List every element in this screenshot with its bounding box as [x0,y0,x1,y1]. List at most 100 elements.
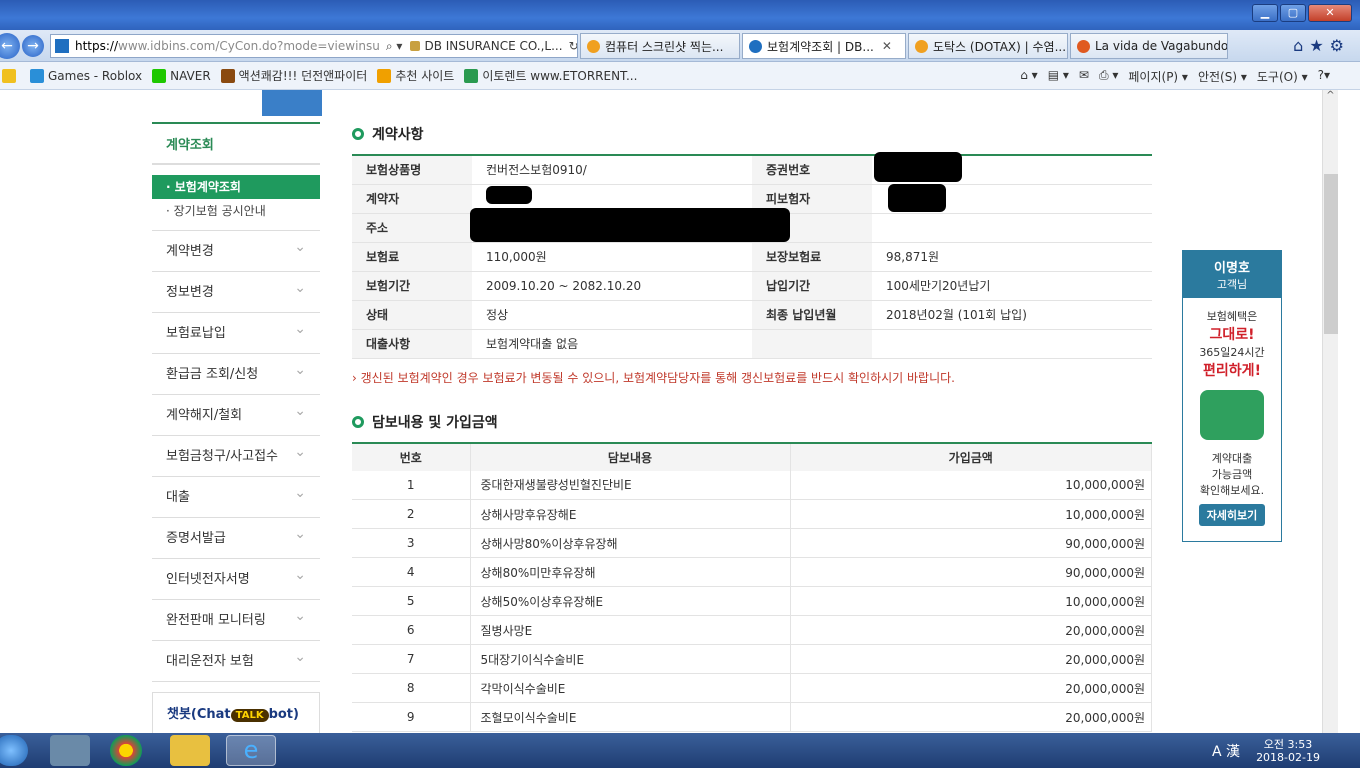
lock-icon[interactable] [410,41,421,51]
sidebar-item-9[interactable]: 완전판매 모니터링 [152,596,320,641]
back-button[interactable]: ← [0,33,20,59]
ime-indicator[interactable]: A 漢 [1212,741,1240,761]
sidebar-item-4[interactable]: 계약해지/철회 [152,391,320,436]
coverage-desc: 상해사망80%이상후유장해 [470,528,791,558]
tab-close-icon[interactable]: ✕ [882,39,892,53]
page-content: 계약조회 · 보험계약조회 · 장기보험 공시안내 계약변경 정보변경 보험료납… [0,90,1322,733]
sidebar-item-contract-inquiry[interactable]: · 보험계약조회 [152,175,320,199]
sidebar-item-6[interactable]: 대출 [152,473,320,518]
details-button[interactable]: 자세히보기 [1198,504,1266,526]
sidebar-item-1[interactable]: 정보변경 [152,268,320,313]
sidebar-item-3[interactable]: 환급금 조회/신청 [152,350,320,395]
tab-vagabundo[interactable]: La vida de Vagabundo ... [1070,33,1228,59]
sidebar-item-8[interactable]: 인터넷전자서명 [152,555,320,600]
favorite-dnf[interactable]: 액션쾌감!!! 던전앤파이터 [220,67,367,84]
col-no: 번호 [352,442,471,471]
favorites-star-icon[interactable] [2,68,20,83]
sidebar-item-10[interactable]: 대리운전자 보험 [152,637,320,682]
contract-label: 납입기간 [752,271,872,301]
taskbar: e A 漢 오전 3:53 2018-02-19 [0,733,1360,768]
tab-favicon-icon [1077,39,1090,53]
url-scheme: https:// [75,39,119,53]
contract-label: 대출사항 [352,329,472,359]
favorite-recommend[interactable]: 추천 사이트 [377,67,454,84]
print-icon[interactable]: ⎙ ▾ [1099,68,1118,85]
start-button[interactable] [0,735,28,766]
chatbot-banner[interactable]: 챗봇(Chat TALK bot) [152,692,320,733]
coverage-row: 6 질병사망E 20,000,000원 [352,615,1152,645]
contract-row: 대출사항 보험계약대출 없음 [352,329,1152,359]
coverage-desc: 각막이식수술비E [470,673,791,703]
tools-menu[interactable]: 도구(O) ▾ [1257,68,1308,85]
contract-row: 상태 정상 최종 납입년월 2018년02월 (101회 납입) [352,300,1152,330]
home-icon[interactable]: ⌂ ▾ [1020,68,1037,85]
tab-dotax[interactable]: 도탁스 (DOTAX) | 수염... [908,33,1068,59]
talk-badge: TALK [230,709,269,722]
contract-value: 110,000원 [472,242,752,272]
contract-value: 보험계약대출 없음 [472,329,752,359]
contract-row: 보험료 110,000원 보장보험료 98,871원 [352,242,1152,272]
search-icon[interactable]: ⌕ ▾ [386,39,403,54]
side-ad-banner: 이명호 고객님 보험혜택은 그대로! 365일24시간 편리하게! 계약대출 가능… [1182,250,1282,542]
close-button[interactable]: ✕ [1308,4,1352,22]
renewal-notice: › 갱신된 보험계약인 경우 보험료가 변동될 수 있으니, 보험계약담당자를 … [352,370,955,385]
explorer-folder-icon[interactable] [170,735,210,766]
contract-section-title: 계약사항 [352,124,1152,144]
favorite-naver[interactable]: NAVER [152,68,211,83]
vertical-scrollbar[interactable]: ^ [1322,90,1338,733]
help-icon[interactable]: ?▾ [1318,68,1330,85]
contract-label: 증권번호 [752,155,872,185]
contract-value: 정상 [472,300,752,330]
site-identity[interactable]: DB INSURANCE CO.,L... [424,39,562,53]
coverage-no: 5 [352,586,471,616]
sidebar-item-7[interactable]: 증명서발급 [152,514,320,559]
sidebar-item-5[interactable]: 보험금청구/사고접수 [152,432,320,477]
tab-screenshot[interactable]: 컴퓨터 스크린샷 찍는... [580,33,740,59]
coverage-desc: 5대장기이식수술비E [470,644,791,674]
coverage-row: 4 상해80%미만후유장해 90,000,000원 [352,557,1152,587]
contract-label: 보험상품명 [352,155,472,185]
sidebar: 계약조회 · 보험계약조회 · 장기보험 공시안내 계약변경 정보변경 보험료납… [152,90,320,733]
rss-icon[interactable]: ▤ ▾ [1048,68,1069,85]
page-menu[interactable]: 페이지(P) ▾ [1128,68,1188,85]
window-controls: ▁ ▢ ✕ [1252,4,1352,22]
sidebar-item-2[interactable]: 보험료납입 [152,309,320,354]
sidebar-item-0[interactable]: 계약변경 [152,227,320,272]
safety-menu[interactable]: 안전(S) ▾ [1198,68,1247,85]
coverage-no: 2 [352,499,471,529]
clock[interactable]: 오전 3:53 2018-02-19 [1256,738,1320,764]
coverage-row: 2 상해사망후유장해E 10,000,000원 [352,499,1152,529]
forward-button[interactable]: → [22,35,44,57]
coverage-amt: 90,000,000원 [790,557,1152,587]
coverage-row: 9 조혈모이식수술비E 20,000,000원 [352,702,1152,732]
refresh-icon[interactable]: ↻ [569,39,577,53]
contract-table: 보험상품명 컨버전스보험0910/증권번호 계약자 피보험자 주소 보험료 110,000원… [352,154,1152,359]
section-bullet-icon [352,128,364,140]
coverage-section-title: 담보내용 및 가입금액 [352,412,1152,432]
calculator-icon[interactable] [50,735,90,766]
maximize-button[interactable]: ▢ [1280,4,1306,22]
internet-explorer-icon[interactable]: e [226,735,276,766]
coverage-amt: 10,000,000원 [790,586,1152,616]
contract-value [872,329,1152,359]
coverage-desc: 조혈모이식수술비E [470,702,791,732]
favorite-etorrent[interactable]: 이토렌트 www.ETORRENT... [464,67,637,84]
site-favicon-icon [55,39,69,53]
mail-icon[interactable]: ✉ [1079,68,1089,85]
chrome-icon[interactable] [110,735,142,766]
contract-label: 계약자 [352,184,472,214]
minimize-button[interactable]: ▁ [1252,4,1278,22]
favorite-roblox[interactable]: Games - Roblox [30,68,142,83]
contract-row: 보험상품명 컨버전스보험0910/증권번호 [352,155,1152,185]
contract-value: 2009.10.20 ~ 2082.10.20 [472,271,752,301]
home-star-gear-icons[interactable]: ⌂★⚙ [1293,36,1350,55]
contract-row: 보험기간 2009.10.20 ~ 2082.10.20 납입기간 100세만기20년… [352,271,1152,301]
col-desc: 담보내용 [470,442,791,471]
tab-contract-inquiry[interactable]: 보험계약조회 | DB... ✕ [742,33,906,59]
scroll-up-icon[interactable]: ^ [1323,90,1338,101]
contract-label: 상태 [352,300,472,330]
scroll-thumb[interactable] [1324,174,1338,334]
coverage-row: 8 각막이식수술비E 20,000,000원 [352,673,1152,703]
url-input[interactable]: https:// www.idbins.com/CyCon.do?mode=vi… [50,34,578,58]
naver-icon [152,68,167,83]
